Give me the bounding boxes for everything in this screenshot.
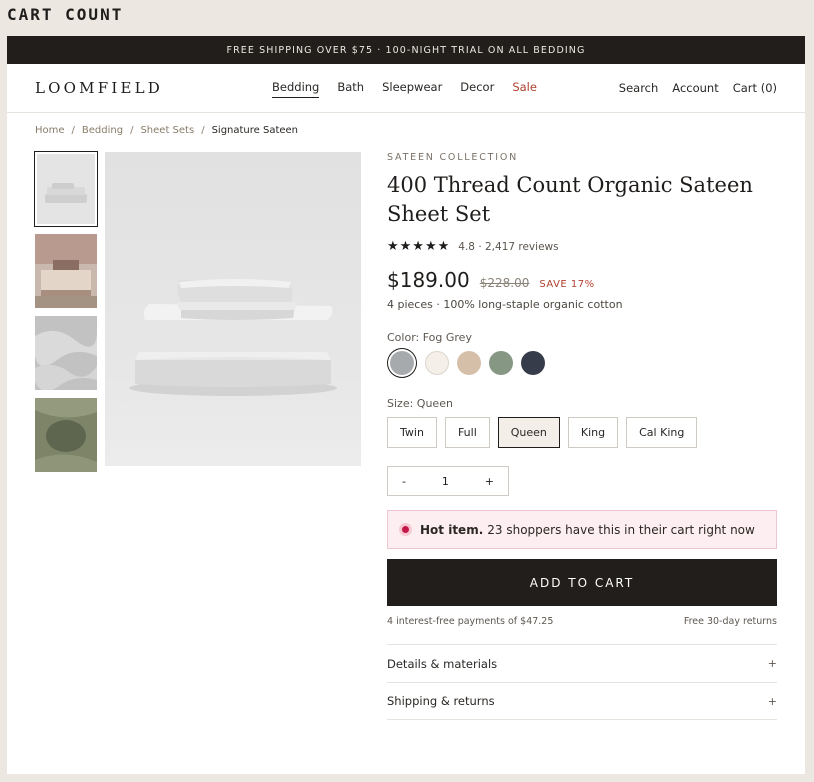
- swatch-ivory[interactable]: [425, 351, 449, 375]
- product-main-image[interactable]: [105, 152, 361, 466]
- thumbnail-fabric[interactable]: [35, 316, 97, 390]
- color-label-text: Color:: [387, 331, 420, 344]
- size-queen[interactable]: Queen: [497, 417, 560, 448]
- installments-text: 4 interest-free payments of $47.25: [387, 616, 554, 627]
- cart-count-message: 23 shoppers have this in their cart righ…: [487, 522, 755, 537]
- color-swatches: [387, 351, 777, 375]
- thumbnail-fitted-sheet[interactable]: [35, 398, 97, 472]
- search-link[interactable]: Search: [619, 81, 659, 95]
- size-options: Twin Full Queen King Cal King: [387, 417, 777, 448]
- purchase-fine-print: 4 interest-free payments of $47.25 Free …: [387, 616, 777, 627]
- accordion-shipping-label: Shipping & returns: [387, 694, 495, 708]
- site-header: LOOMFIELD Bedding Bath Sleepwear Decor S…: [7, 64, 805, 113]
- size-full[interactable]: Full: [444, 417, 490, 448]
- size-label: Size: Queen: [387, 397, 777, 410]
- collection-label: SATEEN COLLECTION: [387, 152, 519, 163]
- size-label-text: Size:: [387, 397, 414, 410]
- rating-text[interactable]: 4.8 · 2,417 reviews: [458, 241, 558, 253]
- accordion-details[interactable]: Details & materials +: [387, 644, 777, 682]
- thumbnail-sheets-stack[interactable]: [34, 151, 98, 227]
- pulse-dot-icon: [399, 523, 412, 536]
- size-king[interactable]: King: [567, 417, 619, 448]
- breadcrumb-separator: /: [130, 125, 134, 136]
- product-subtitle: 4 pieces · 100% long-staple organic cott…: [387, 298, 623, 311]
- hot-item-label: Hot item.: [420, 522, 484, 537]
- plus-icon: +: [767, 657, 777, 670]
- account-link[interactable]: Account: [672, 81, 718, 95]
- size-twin[interactable]: Twin: [387, 417, 437, 448]
- original-price: $228.00: [479, 276, 530, 290]
- size-cal-king[interactable]: Cal King: [626, 417, 698, 448]
- swatch-navy[interactable]: [521, 351, 545, 375]
- quantity-decrease-button[interactable]: -: [402, 475, 406, 488]
- main-nav: Bedding Bath Sleepwear Decor Sale: [272, 80, 537, 98]
- quantity-increase-button[interactable]: +: [485, 475, 494, 488]
- breadcrumb-separator: /: [71, 125, 75, 136]
- color-label: Color: Fog Grey: [387, 331, 777, 344]
- color-value: Fog Grey: [422, 331, 472, 344]
- product-title: 400 Thread Count Organic Sateen Sheet Se…: [387, 173, 753, 226]
- promo-bar: FREE SHIPPING OVER $75 · 100-NIGHT TRIAL…: [7, 36, 805, 64]
- swatch-fog-grey[interactable]: [390, 351, 414, 375]
- current-price: $189.00: [387, 268, 470, 292]
- nav-bath[interactable]: Bath: [337, 80, 364, 98]
- size-value: Queen: [416, 397, 453, 410]
- returns-text: Free 30-day returns: [683, 616, 777, 627]
- utility-nav: Search Account Cart (0): [619, 81, 777, 95]
- product-info: SATEEN COLLECTION 400 Thread Count Organ…: [387, 152, 777, 720]
- nav-sale[interactable]: Sale: [512, 80, 537, 98]
- savings-badge: SAVE 17%: [539, 279, 595, 290]
- breadcrumb-separator: /: [201, 125, 205, 136]
- nav-sleepwear[interactable]: Sleepwear: [382, 80, 442, 98]
- nav-bedding[interactable]: Bedding: [272, 80, 320, 98]
- breadcrumb-bedding[interactable]: Bedding: [82, 125, 123, 136]
- breadcrumb-home[interactable]: Home: [35, 125, 65, 136]
- hot-item-notice: Hot item. 23 shoppers have this in their…: [387, 510, 777, 549]
- swatch-sand[interactable]: [457, 351, 481, 375]
- star-rating-icon: ★★★★★: [387, 239, 451, 254]
- nav-decor[interactable]: Decor: [460, 80, 494, 98]
- thumbnail-bedroom[interactable]: [35, 234, 97, 308]
- quantity-stepper: - 1 +: [387, 466, 509, 496]
- plus-icon: +: [767, 694, 777, 708]
- brand-logo[interactable]: LOOMFIELD: [35, 79, 163, 97]
- thumbnail-list: [34, 151, 98, 480]
- cart-link[interactable]: Cart (0): [733, 81, 777, 95]
- breadcrumb: Home / Bedding / Sheet Sets / Signature …: [35, 125, 298, 136]
- breadcrumb-sheet-sets[interactable]: Sheet Sets: [140, 125, 194, 136]
- swatch-sage[interactable]: [489, 351, 513, 375]
- accordion-shipping[interactable]: Shipping & returns +: [387, 682, 777, 720]
- breadcrumb-current: Signature Sateen: [211, 125, 299, 136]
- rating-row: ★★★★★ 4.8 · 2,417 reviews: [387, 239, 777, 254]
- accordion-details-label: Details & materials: [387, 656, 498, 671]
- price-row: $189.00 $228.00 SAVE 17%: [387, 268, 777, 292]
- page-caption: CART COUNT: [7, 5, 124, 24]
- add-to-cart-button[interactable]: ADD TO CART: [387, 559, 777, 606]
- quantity-value[interactable]: 1: [442, 475, 449, 488]
- product-page: FREE SHIPPING OVER $75 · 100-NIGHT TRIAL…: [7, 36, 805, 774]
